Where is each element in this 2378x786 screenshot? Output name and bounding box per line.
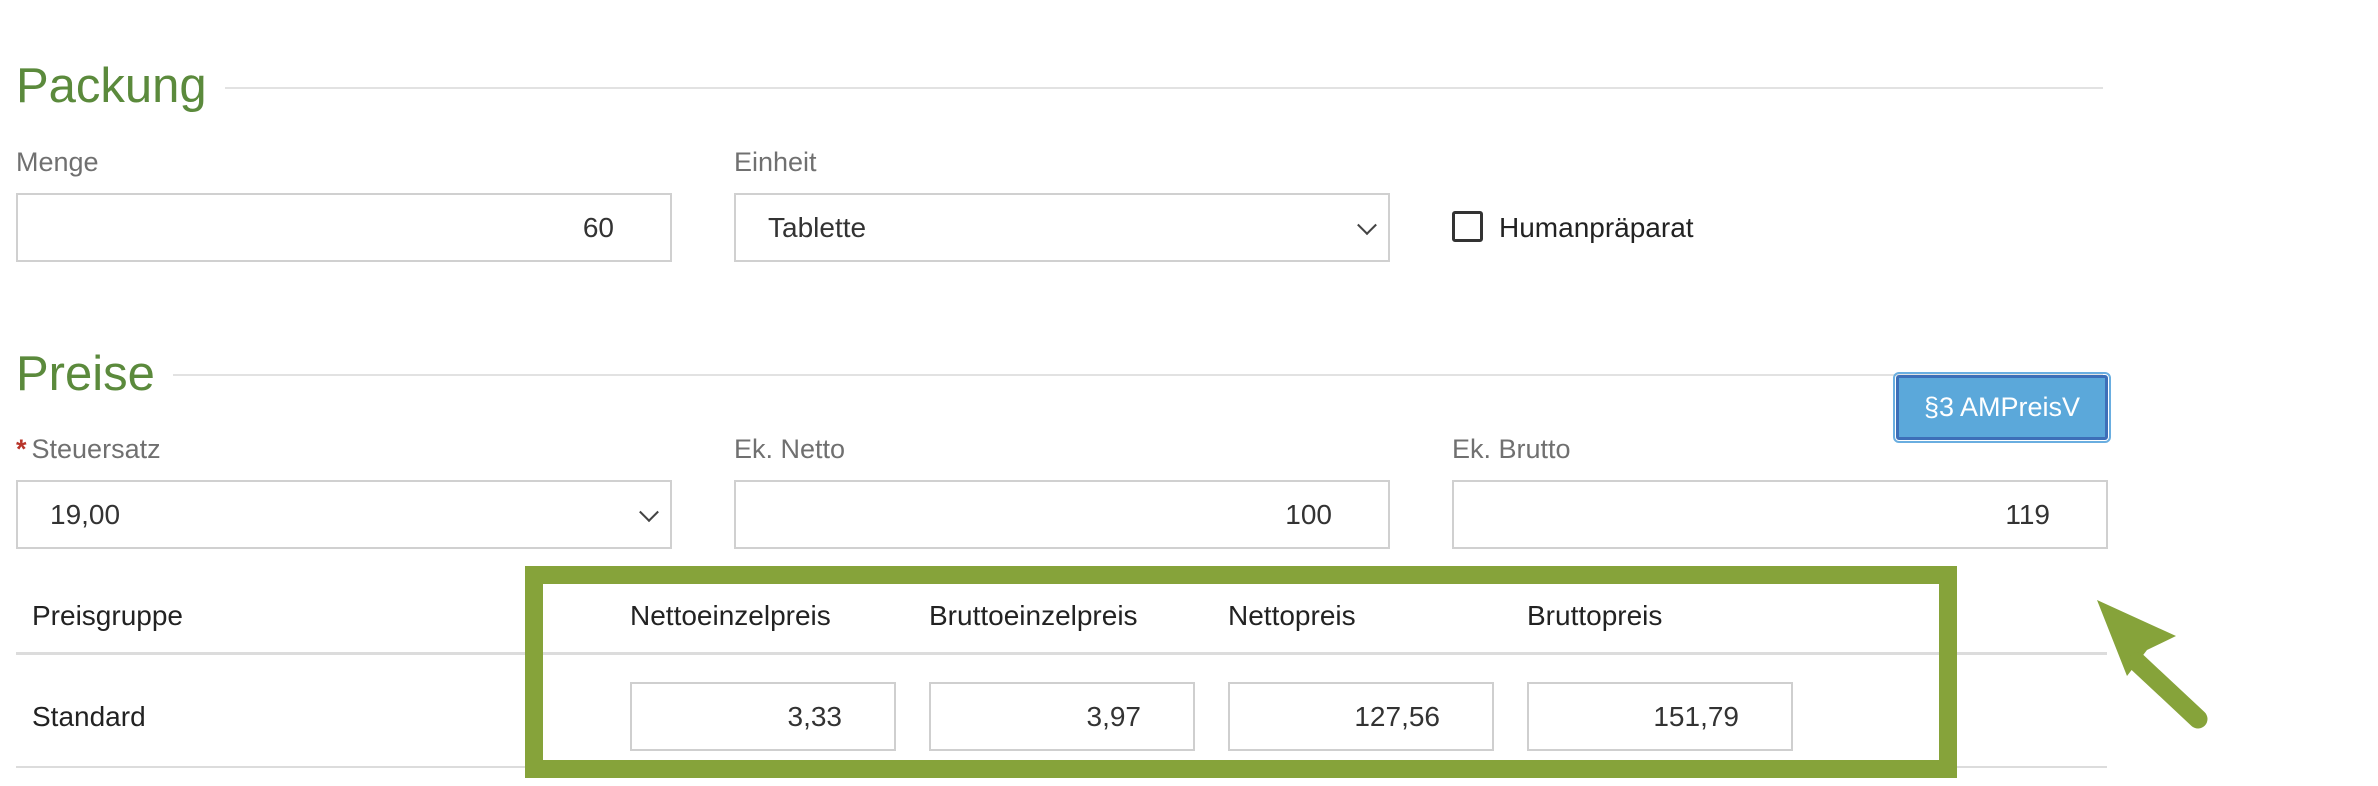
steuersatz-label-text: Steuersatz	[31, 434, 161, 464]
humanpraeparat-label[interactable]: Humanpräparat	[1499, 214, 1694, 242]
humanpraeparat-checkbox[interactable]	[1452, 211, 1483, 242]
ek-netto-input[interactable]: 100	[734, 480, 1390, 549]
preise-heading: Preise	[16, 350, 173, 399]
steuersatz-select[interactable]: 19,00	[16, 480, 672, 549]
menge-input[interactable]: 60	[16, 193, 672, 262]
highlight-box	[525, 566, 1957, 778]
arrow-shaft	[2127, 652, 2208, 729]
chevron-down-icon	[1357, 214, 1377, 235]
einheit-label: Einheit	[734, 147, 817, 177]
pointer-arrow-icon	[2097, 600, 2208, 729]
packung-divider	[16, 87, 2103, 89]
preise-divider	[16, 374, 2103, 376]
steuersatz-selected-value: 19,00	[50, 498, 121, 530]
ek-brutto-label: Ek. Brutto	[1452, 434, 1571, 464]
menge-label: Menge	[16, 147, 99, 177]
required-marker: *	[16, 434, 27, 464]
col-header-preisgruppe: Preisgruppe	[32, 600, 183, 631]
ampreisv-button[interactable]: §3 AMPreisV	[1893, 372, 2111, 443]
einheit-select[interactable]: Tablette	[734, 193, 1390, 262]
packung-heading: Packung	[16, 62, 225, 111]
ek-netto-label: Ek. Netto	[734, 434, 846, 464]
chevron-down-icon	[639, 501, 659, 522]
ek-brutto-input[interactable]: 119	[1452, 480, 2108, 549]
steuersatz-label: * Steuersatz	[16, 436, 161, 463]
row-preisgruppe-standard: Standard	[32, 701, 146, 732]
einheit-selected-value: Tablette	[768, 211, 867, 243]
